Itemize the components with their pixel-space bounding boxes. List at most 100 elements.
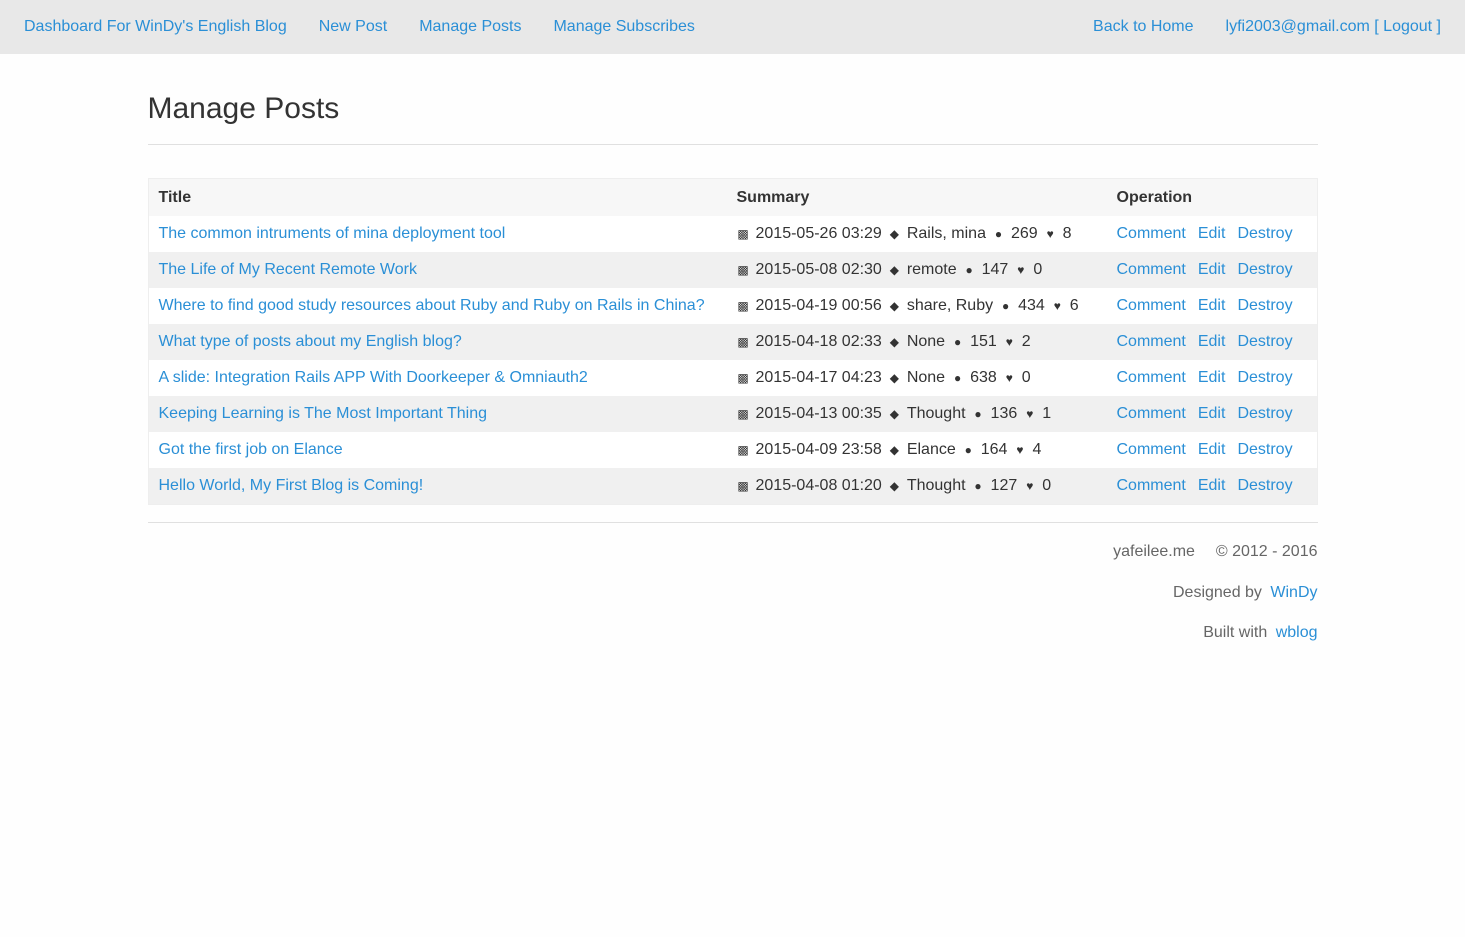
calendar-icon: ▩	[737, 479, 749, 493]
post-tags: Thought	[906, 477, 966, 494]
post-operations-cell: Comment Edit Destroy	[1106, 216, 1317, 252]
post-likes: 0	[1021, 369, 1031, 386]
post-title-link[interactable]: Hello World, My First Blog is Coming!	[159, 477, 424, 494]
destroy-link[interactable]: Destroy	[1237, 333, 1292, 350]
destroy-link[interactable]: Destroy	[1237, 261, 1292, 278]
footer-engine-link[interactable]: wblog	[1276, 624, 1318, 641]
post-tags: None	[906, 369, 946, 386]
post-operations-cell: Comment Edit Destroy	[1106, 396, 1317, 432]
post-title-cell: Keeping Learning is The Most Important T…	[148, 396, 727, 432]
post-summary-cell: ▩ 2015-04-18 02:33 ◆ None ● 151 ♥ 2	[726, 324, 1107, 360]
post-summary-cell: ▩ 2015-04-13 00:35 ◆ Thought ● 136 ♥ 1	[726, 396, 1107, 432]
comment-link[interactable]: Comment	[1117, 333, 1186, 350]
destroy-link[interactable]: Destroy	[1237, 297, 1292, 314]
post-operations-cell: Comment Edit Destroy	[1106, 324, 1317, 360]
tag-icon: ◆	[889, 479, 899, 493]
destroy-link[interactable]: Destroy	[1237, 477, 1292, 494]
nav-manage-posts[interactable]: Manage Posts	[419, 18, 521, 36]
post-date: 2015-05-08 02:30	[755, 261, 882, 278]
destroy-link[interactable]: Destroy	[1237, 441, 1292, 458]
post-title-link[interactable]: Keeping Learning is The Most Important T…	[159, 405, 488, 422]
edit-link[interactable]: Edit	[1198, 333, 1226, 350]
tag-icon: ◆	[889, 443, 899, 457]
main-container: Manage Posts Title Summary Operation The…	[147, 92, 1318, 643]
post-views: 127	[990, 477, 1018, 494]
post-title-link[interactable]: What type of posts about my English blog…	[159, 333, 462, 350]
destroy-link[interactable]: Destroy	[1237, 369, 1292, 386]
calendar-icon: ▩	[737, 443, 749, 457]
comment-link[interactable]: Comment	[1117, 369, 1186, 386]
post-likes: 0	[1042, 477, 1052, 494]
footer-site: yafeilee.me	[1113, 543, 1195, 560]
users-icon: ●	[974, 479, 982, 493]
users-icon: ●	[1001, 299, 1010, 313]
footer-designer-link[interactable]: WinDy	[1270, 584, 1317, 601]
calendar-icon: ▩	[737, 299, 749, 313]
post-title-link[interactable]: The common intruments of mina deployment…	[159, 225, 506, 242]
destroy-link[interactable]: Destroy	[1237, 225, 1292, 242]
tag-icon: ◆	[889, 407, 899, 421]
post-title-link[interactable]: Where to find good study resources about…	[159, 297, 705, 314]
header-title: Title	[148, 178, 727, 216]
comment-link[interactable]: Comment	[1117, 477, 1186, 494]
post-title-link[interactable]: A slide: Integration Rails APP With Door…	[159, 369, 588, 386]
edit-link[interactable]: Edit	[1198, 261, 1226, 278]
post-likes: 0	[1033, 261, 1043, 278]
post-tags: Elance	[906, 441, 956, 458]
post-tags: None	[906, 333, 946, 350]
post-tags: Rails, mina	[906, 225, 986, 242]
user-logout-link[interactable]: lyfi2003@gmail.com [ Logout ]	[1226, 18, 1441, 36]
edit-link[interactable]: Edit	[1198, 477, 1226, 494]
calendar-icon: ▩	[737, 371, 749, 385]
post-likes: 2	[1021, 333, 1031, 350]
post-summary-cell: ▩ 2015-04-09 23:58 ◆ Elance ● 164 ♥ 4	[726, 432, 1107, 468]
header-summary: Summary	[726, 178, 1107, 216]
comment-link[interactable]: Comment	[1117, 441, 1186, 458]
post-views: 151	[970, 333, 997, 350]
heart-icon: ♥	[1016, 443, 1024, 457]
nav-new-post[interactable]: New Post	[319, 18, 387, 36]
brand-link[interactable]: Dashboard For WinDy's English Blog	[24, 18, 287, 36]
header-operation: Operation	[1106, 178, 1317, 216]
edit-link[interactable]: Edit	[1198, 225, 1226, 242]
comment-link[interactable]: Comment	[1117, 405, 1186, 422]
post-views: 136	[990, 405, 1018, 422]
edit-link[interactable]: Edit	[1198, 405, 1226, 422]
tag-icon: ◆	[889, 335, 899, 349]
footer-copyright: © 2012 - 2016	[1215, 543, 1318, 560]
calendar-icon: ▩	[737, 227, 749, 241]
post-summary-cell: ▩ 2015-04-17 04:23 ◆ None ● 638 ♥ 0	[726, 360, 1107, 396]
post-views: 269	[1010, 225, 1038, 242]
heart-icon: ♥	[1046, 227, 1054, 241]
calendar-icon: ▩	[737, 335, 749, 349]
post-title-link[interactable]: The Life of My Recent Remote Work	[159, 261, 417, 278]
post-date: 2015-04-17 04:23	[755, 369, 882, 386]
post-title-link[interactable]: Got the first job on Elance	[159, 441, 343, 458]
heart-icon: ♥	[1026, 479, 1034, 493]
users-icon: ●	[964, 443, 972, 457]
post-date: 2015-05-26 03:29	[755, 225, 882, 242]
footer-built-with: Built with	[1203, 624, 1268, 641]
page-title: Manage Posts	[147, 92, 1318, 145]
post-summary-cell: ▩ 2015-05-26 03:29 ◆ Rails, mina ● 269 ♥ 8	[726, 216, 1107, 252]
edit-link[interactable]: Edit	[1198, 369, 1226, 386]
comment-link[interactable]: Comment	[1117, 297, 1186, 314]
table-row: The common intruments of mina deployment…	[148, 216, 1317, 252]
back-to-home-link[interactable]: Back to Home	[1093, 18, 1193, 36]
users-icon: ●	[965, 263, 973, 277]
comment-link[interactable]: Comment	[1117, 225, 1186, 242]
destroy-link[interactable]: Destroy	[1237, 405, 1292, 422]
heart-icon: ♥	[1017, 263, 1025, 277]
post-views: 147	[981, 261, 1009, 278]
comment-link[interactable]: Comment	[1117, 261, 1186, 278]
nav-manage-subscribes[interactable]: Manage Subscribes	[553, 18, 694, 36]
posts-table-body: The common intruments of mina deployment…	[148, 216, 1317, 505]
users-icon: ●	[994, 227, 1003, 241]
edit-link[interactable]: Edit	[1198, 297, 1226, 314]
post-tags: remote	[906, 261, 957, 278]
footer-designed-by: Designed by	[1172, 584, 1262, 601]
edit-link[interactable]: Edit	[1198, 441, 1226, 458]
tag-icon: ◆	[889, 227, 899, 241]
heart-icon: ♥	[1026, 407, 1034, 421]
post-operations-cell: Comment Edit Destroy	[1106, 360, 1317, 396]
